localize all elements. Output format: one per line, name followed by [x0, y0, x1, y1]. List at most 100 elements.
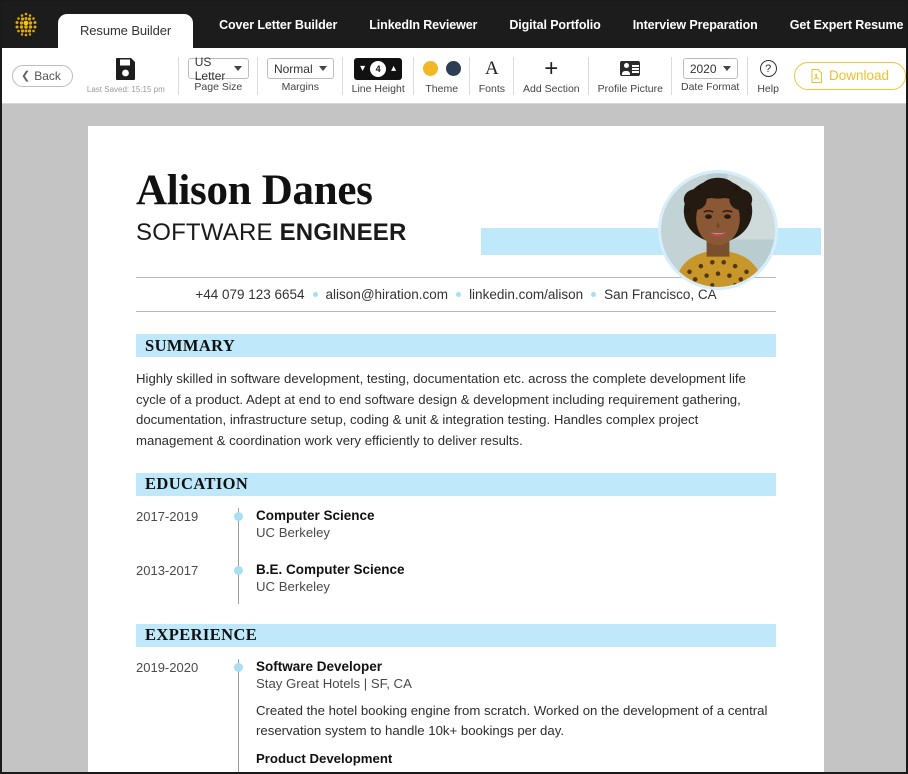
nav-tab-get-expert-resume-help[interactable]: Get Expert Resume Help: [774, 2, 906, 48]
fonts-group: A Fonts: [470, 48, 515, 104]
person-silhouette-icon: [622, 62, 631, 75]
education-institution: UC Berkeley: [256, 524, 331, 540]
timeline-node-icon: [234, 511, 243, 521]
help-group: ? Help: [748, 48, 788, 104]
theme-color-2[interactable]: [445, 61, 461, 77]
timeline-node-icon: [234, 565, 243, 575]
experience-date: 2019-2020: [136, 659, 199, 675]
save-group: Last Saved: 15:15 pm: [81, 48, 179, 104]
question-circle-icon[interactable]: ?: [759, 57, 777, 81]
timeline-rail: [228, 539, 250, 604]
experience-company: Stay Great Hotels | SF, CA: [256, 675, 412, 691]
contact-linkedin[interactable]: linkedin.com/alison: [461, 287, 591, 302]
education-date: 2017-2019: [136, 508, 199, 524]
experience-body: Software Developer Stay Great Hotels | S…: [250, 659, 776, 766]
avatar[interactable]: [658, 170, 778, 290]
profile-picture-label: Profile Picture: [597, 82, 663, 95]
line-height-group: ▾ 4 ▴ Line Height: [343, 48, 414, 104]
resume-header: Alison Danes SOFTWARE ENGINEER: [136, 168, 821, 290]
section-heading-summary[interactable]: SUMMARY: [136, 334, 776, 358]
help-glyph: ?: [759, 60, 777, 78]
top-navigation-bar: Resume Builder Cover Letter Builder Link…: [2, 2, 906, 48]
add-section-group: + Add Section: [514, 48, 589, 104]
page-size-group: US Letter Page Size: [179, 48, 259, 104]
download-button[interactable]: Download: [793, 61, 906, 90]
back-button[interactable]: ❮ Back: [12, 64, 73, 87]
resume-role-light: SOFTWARE: [136, 219, 280, 247]
nav-tab-resume-builder[interactable]: Resume Builder: [58, 14, 194, 48]
fonts-label: Fonts: [478, 82, 505, 95]
nav-tab-linkedin-reviewer[interactable]: LinkedIn Reviewer: [353, 2, 493, 48]
education-title: B.E. Computer Science: [256, 561, 405, 577]
list-item[interactable]: 2019-2020 Software Developer Stay Great …: [136, 658, 776, 772]
timeline-node-icon: [234, 662, 243, 672]
pdf-file-icon: [811, 68, 822, 83]
date-format-select[interactable]: 2020: [682, 58, 738, 80]
plus-icon[interactable]: +: [544, 54, 559, 82]
contact-phone[interactable]: +44 079 123 6654: [187, 287, 312, 302]
app-window: Resume Builder Cover Letter Builder Link…: [0, 0, 908, 774]
chevron-left-icon: ❮: [21, 70, 31, 82]
floppy-disk-save-icon[interactable]: [114, 57, 137, 81]
back-button-label: Back: [34, 68, 61, 83]
page-size-label: Page Size: [194, 81, 243, 94]
add-section-glyph: +: [544, 54, 559, 82]
contact-email[interactable]: alison@hiration.com: [318, 287, 457, 302]
resume-document[interactable]: Alison Danes SOFTWARE ENGINEER +44 079 1…: [88, 126, 824, 772]
page-size-value: US Letter: [194, 54, 226, 83]
margins-group: Normal Margins: [258, 48, 343, 104]
date-format-label: Date Format: [680, 81, 740, 94]
fonts-icon[interactable]: A: [485, 57, 499, 81]
section-heading-education[interactable]: EDUCATION: [136, 472, 776, 496]
summary-text[interactable]: Highly skilled in software development, …: [136, 369, 776, 451]
profile-picture-group: Profile Picture: [589, 48, 673, 104]
nav-tab-interview-preparation[interactable]: Interview Preparation: [617, 2, 774, 48]
resume-role-bold: ENGINEER: [279, 219, 407, 247]
nav-tab-digital-portfolio[interactable]: Digital Portfolio: [493, 2, 616, 48]
nav-tab-cover-letter-builder[interactable]: Cover Letter Builder: [203, 2, 353, 48]
timeline-rail: [228, 658, 250, 772]
experience-description: Created the hotel booking engine from sc…: [256, 702, 768, 738]
list-item[interactable]: 2017-2019 Computer Science UC Berkeley: [136, 507, 776, 554]
education-title: Computer Science: [256, 507, 375, 523]
id-card-icon[interactable]: [620, 57, 641, 81]
contact-line: +44 079 123 6654 alison@hiration.com lin…: [136, 278, 776, 311]
download-button-label: Download: [828, 68, 889, 83]
section-heading-experience[interactable]: EXPERIENCE: [136, 623, 776, 647]
theme-swatches-icon[interactable]: [422, 57, 461, 81]
education-body: B.E. Computer Science UC Berkeley: [250, 562, 776, 594]
experience-list: 2019-2020 Software Developer Stay Great …: [136, 658, 776, 772]
education-body: Computer Science UC Berkeley: [250, 508, 776, 540]
theme-color-1[interactable]: [422, 61, 438, 77]
page-size-select[interactable]: US Letter: [187, 55, 249, 83]
chevron-up-small-icon: ▴: [391, 63, 397, 75]
editor-toolbar: ❮ Back Last Saved: 15:15 pm US Letter Pa…: [2, 48, 906, 104]
nav-tab-list: Resume Builder Cover Letter Builder Link…: [50, 2, 906, 48]
date-format-group: 2020 Date Format: [672, 48, 749, 104]
hiration-dots-logo-icon[interactable]: [2, 2, 50, 48]
contact-rule-bottom: [136, 311, 776, 313]
help-label: Help: [757, 82, 779, 95]
chevron-down-icon: [722, 66, 731, 72]
education-date: 2013-2017: [136, 562, 199, 578]
last-saved-text: Last Saved: 15:15 pm: [86, 85, 165, 94]
margins-select[interactable]: Normal: [266, 58, 334, 80]
line-height-icon[interactable]: ▾ 4 ▴: [354, 57, 403, 81]
card-lines-icon: [631, 65, 639, 73]
chevron-down-icon: [233, 66, 242, 72]
margins-label: Margins: [281, 81, 319, 94]
timeline-line: [238, 658, 239, 772]
education-institution: UC Berkeley: [256, 578, 331, 594]
add-section-label: Add Section: [523, 82, 580, 95]
line-height-value: 4: [370, 60, 387, 77]
chevron-down-icon: [318, 66, 327, 72]
contact-location[interactable]: San Francisco, CA: [596, 287, 725, 302]
education-list: 2017-2019 Computer Science UC Berkeley 2…: [136, 507, 776, 604]
timeline-rail: [228, 507, 250, 554]
margins-value: Normal: [273, 61, 313, 76]
back-group: ❮ Back: [2, 48, 81, 104]
experience-title: Software Developer: [256, 658, 383, 674]
list-item[interactable]: 2013-2017 B.E. Computer Science UC Berke…: [136, 539, 776, 604]
fonts-glyph: A: [485, 58, 499, 80]
theme-group: Theme: [414, 48, 470, 104]
